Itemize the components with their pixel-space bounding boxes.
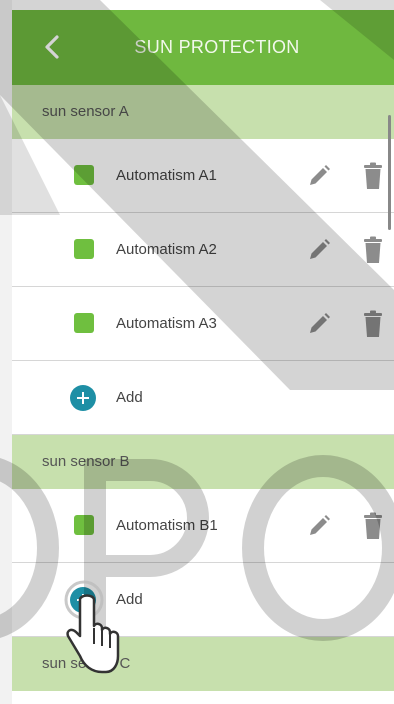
trash-icon[interactable] [363,236,383,264]
status-square [74,313,94,333]
header-bar: SUN PROTECTION [12,10,394,85]
page-title: SUN PROTECTION [134,37,300,57]
automatism-row-a1[interactable]: Automatism A1 [12,139,394,213]
automatism-label: Automatism A3 [116,315,217,332]
trash-icon[interactable] [363,310,383,338]
automatism-label: Automatism A2 [116,241,217,258]
back-icon[interactable] [38,32,68,62]
status-square [74,165,94,185]
automatism-row-a3[interactable]: Automatism A3 [12,287,394,361]
pencil-icon[interactable] [306,163,332,189]
add-button-label[interactable]: Add [116,361,143,435]
app: SUN PROTECTION sun sensor A Automatism A… [0,0,394,704]
background [0,0,12,704]
section-header-sensor-b: sun sensor B [12,435,394,489]
hand-pointer-icon [64,580,120,674]
pencil-icon[interactable] [306,513,332,539]
plus-icon[interactable] [70,385,96,411]
automatism-label: Automatism A1 [116,167,217,184]
add-button-label[interactable]: Add [116,563,143,637]
add-row-sensor-a[interactable]: Add [12,361,394,435]
status-square [74,515,94,535]
pencil-icon[interactable] [306,311,332,337]
trash-icon[interactable] [363,162,383,190]
trash-icon[interactable] [363,512,383,540]
status-square [74,239,94,259]
scrollbar[interactable] [388,115,391,230]
automatism-row-a2[interactable]: Automatism A2 [12,213,394,287]
automatism-row-b1[interactable]: Automatism B1 [12,489,394,563]
section-header-sensor-a: sun sensor A [12,85,394,139]
automatism-label: Automatism B1 [116,517,218,534]
pencil-icon[interactable] [306,237,332,263]
